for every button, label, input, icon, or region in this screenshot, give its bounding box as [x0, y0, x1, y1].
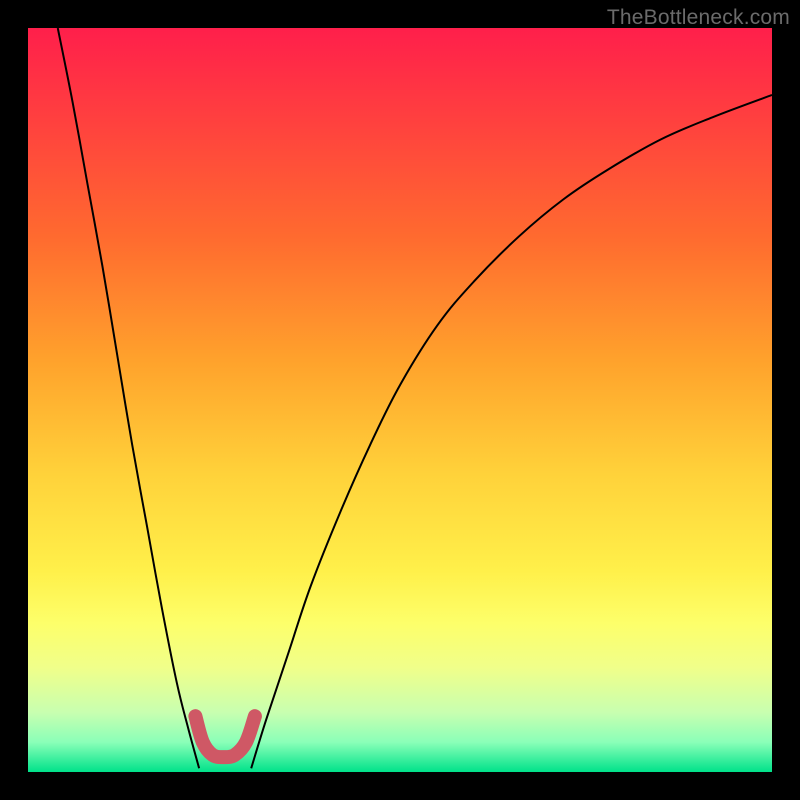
- valley-highlight-path: [195, 716, 255, 757]
- plot-area: [28, 28, 772, 772]
- curve-layer: [28, 28, 772, 772]
- watermark-text: TheBottleneck.com: [607, 6, 790, 30]
- left-descent-path: [58, 28, 199, 768]
- right-ascent-path: [251, 95, 772, 768]
- chart-frame: [28, 28, 772, 772]
